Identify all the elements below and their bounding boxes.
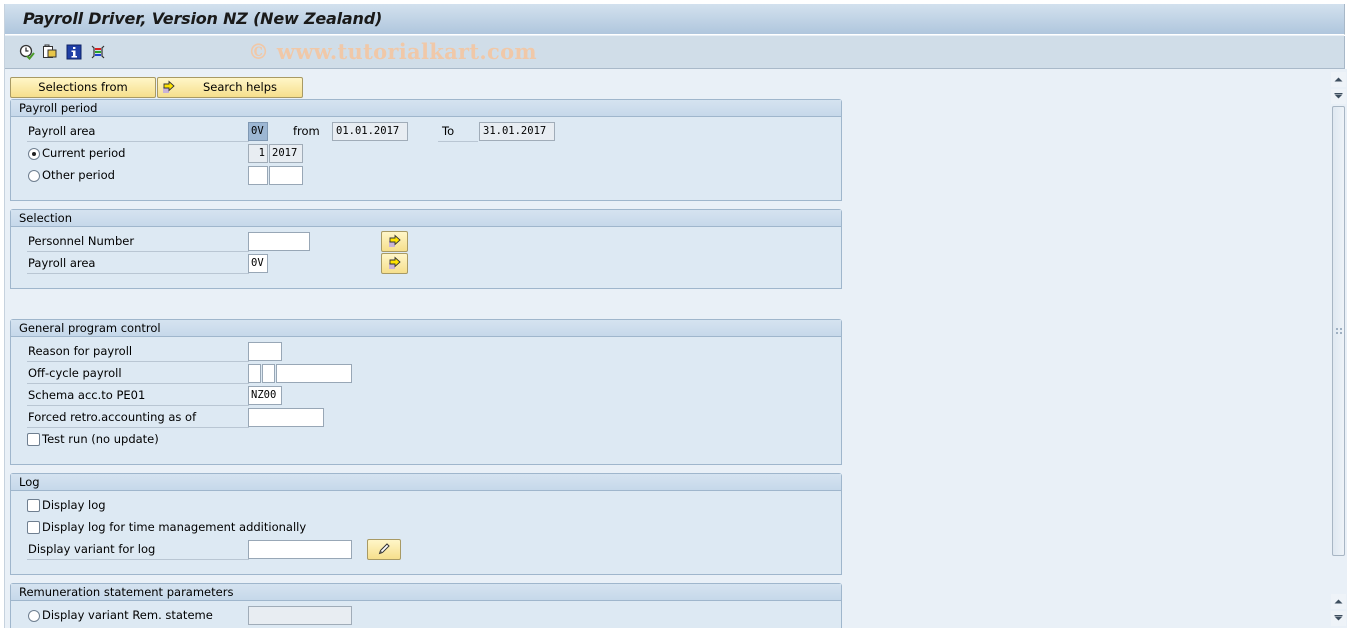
arrow-right-icon [389, 234, 401, 247]
offcycle-field-1[interactable] [248, 364, 261, 383]
other-period-radio[interactable] [28, 170, 40, 182]
selection-options-icon[interactable] [90, 44, 106, 60]
display-log-row: Display log [27, 496, 427, 516]
test-run-checkbox[interactable] [27, 433, 40, 446]
pencil-icon [378, 543, 390, 555]
schema-row: Schema acc.to PE01 NZ00 [27, 386, 427, 406]
other-period-label: Other period [42, 168, 115, 182]
triangle-up-icon [1334, 599, 1343, 604]
watermark-text: © www.tutorialkart.com [248, 39, 537, 64]
payroll-area-row: Payroll area 0V from 01.01.2017 To 31.01… [27, 122, 827, 142]
offcycle-label: Off-cycle payroll [27, 364, 249, 384]
scroll-down-button-top[interactable] [1331, 89, 1346, 104]
display-variant-log-label: Display variant for log [27, 540, 249, 560]
display-log-time-row: Display log for time management addition… [27, 518, 427, 538]
display-log-checkbox[interactable] [27, 499, 40, 512]
remuneration-variant-radio[interactable] [28, 610, 40, 622]
remuneration-variant-field [248, 606, 352, 625]
sap-window: Payroll Driver, Version NZ (New Zealand)… [4, 4, 1347, 632]
period-to-date: 31.01.2017 [479, 122, 555, 141]
edit-log-variant-button[interactable] [367, 539, 401, 560]
other-period-number-field[interactable] [248, 166, 268, 185]
period-from-date: 01.01.2017 [332, 122, 408, 141]
program-documentation-icon[interactable] [66, 44, 82, 60]
get-variant-icon[interactable] [42, 44, 58, 60]
current-period-label: Current period [42, 146, 126, 160]
scroll-thumb[interactable] [1332, 106, 1345, 556]
to-label: To [438, 122, 478, 142]
current-period-row: Current period 1 2017 [27, 144, 327, 164]
offcycle-field-2[interactable] [262, 364, 275, 383]
triangle-down-icon [1334, 93, 1343, 99]
display-variant-log-field[interactable] [248, 540, 352, 559]
scroll-up-button[interactable] [1331, 72, 1346, 87]
personnel-number-field[interactable] [248, 232, 310, 251]
selection-group: Selection Personnel Number Payroll area … [10, 209, 842, 289]
offcycle-row: Off-cycle payroll [27, 364, 427, 384]
selection-payroll-area-label: Payroll area [27, 254, 249, 274]
window-title: Payroll Driver, Version NZ (New Zealand) [23, 9, 383, 28]
scroll-down-button[interactable] [1331, 611, 1346, 626]
title-bar: Payroll Driver, Version NZ (New Zealand) [5, 4, 1345, 35]
selections-from-button[interactable]: Selections from [10, 77, 156, 98]
schema-label: Schema acc.to PE01 [27, 386, 249, 406]
reason-label: Reason for payroll [27, 342, 249, 362]
application-toolbar: © www.tutorialkart.com [5, 36, 1345, 69]
personnel-number-row: Personnel Number [27, 231, 827, 252]
arrow-right-icon [163, 80, 175, 93]
status-bar [0, 628, 1358, 634]
selection-header: Selection [11, 210, 841, 227]
payroll-area-label: Payroll area [27, 122, 249, 142]
personnel-number-multiple-selection-button[interactable] [381, 231, 408, 252]
scroll-up-button-bottom[interactable] [1331, 594, 1346, 609]
execute-background-icon[interactable] [19, 44, 35, 60]
remuneration-group: Remuneration statement parameters Displa… [10, 583, 842, 632]
from-label: from [293, 124, 320, 138]
forced-retro-row: Forced retro.accounting as of [27, 408, 427, 428]
search-helps-label: Search helps [202, 80, 277, 94]
triangle-down-icon [1334, 615, 1343, 621]
current-period-radio[interactable] [28, 148, 40, 160]
search-helps-button[interactable]: Search helps [157, 77, 303, 98]
reason-field[interactable] [248, 342, 282, 361]
test-run-row: Test run (no update) [27, 430, 427, 450]
reason-row: Reason for payroll [27, 342, 427, 362]
display-log-label: Display log [42, 498, 106, 512]
display-log-time-label: Display log for time management addition… [42, 520, 307, 534]
other-period-row: Other period [27, 166, 327, 186]
arrow-right-icon [389, 256, 401, 269]
general-program-control-group: General program control Reason for payro… [10, 319, 842, 465]
test-run-label: Test run (no update) [42, 432, 159, 446]
remuneration-variant-label: Display variant Rem. stateme [42, 608, 213, 622]
vertical-scrollbar[interactable] [1330, 69, 1347, 629]
payroll-period-group: Payroll period Payroll area 0V from 01.0… [10, 99, 842, 201]
payroll-area-multiple-selection-button[interactable] [381, 253, 408, 274]
forced-retro-label: Forced retro.accounting as of [27, 408, 249, 428]
selection-payroll-area-field[interactable]: 0V [248, 254, 268, 273]
offcycle-date-field[interactable] [276, 364, 352, 383]
selection-payroll-area-row: Payroll area 0V [27, 253, 827, 274]
remuneration-variant-row: Display variant Rem. stateme [27, 606, 427, 626]
payroll-period-header: Payroll period [11, 100, 841, 117]
other-period-year-field[interactable] [269, 166, 303, 185]
remuneration-header: Remuneration statement parameters [11, 584, 841, 601]
payroll-area-field[interactable]: 0V [248, 122, 268, 141]
triangle-up-icon [1334, 77, 1343, 82]
grip-icon [1336, 328, 1342, 334]
current-period-number: 1 [248, 144, 268, 163]
log-group: Log Display log Display log for time man… [10, 473, 842, 575]
display-variant-log-row: Display variant for log [27, 539, 427, 560]
current-period-year: 2017 [269, 144, 303, 163]
personnel-number-label: Personnel Number [27, 232, 249, 252]
forced-retro-field[interactable] [248, 408, 324, 427]
schema-field[interactable]: NZ00 [248, 386, 282, 405]
general-program-control-header: General program control [11, 320, 841, 337]
log-header: Log [11, 474, 841, 491]
display-log-time-checkbox[interactable] [27, 521, 40, 534]
